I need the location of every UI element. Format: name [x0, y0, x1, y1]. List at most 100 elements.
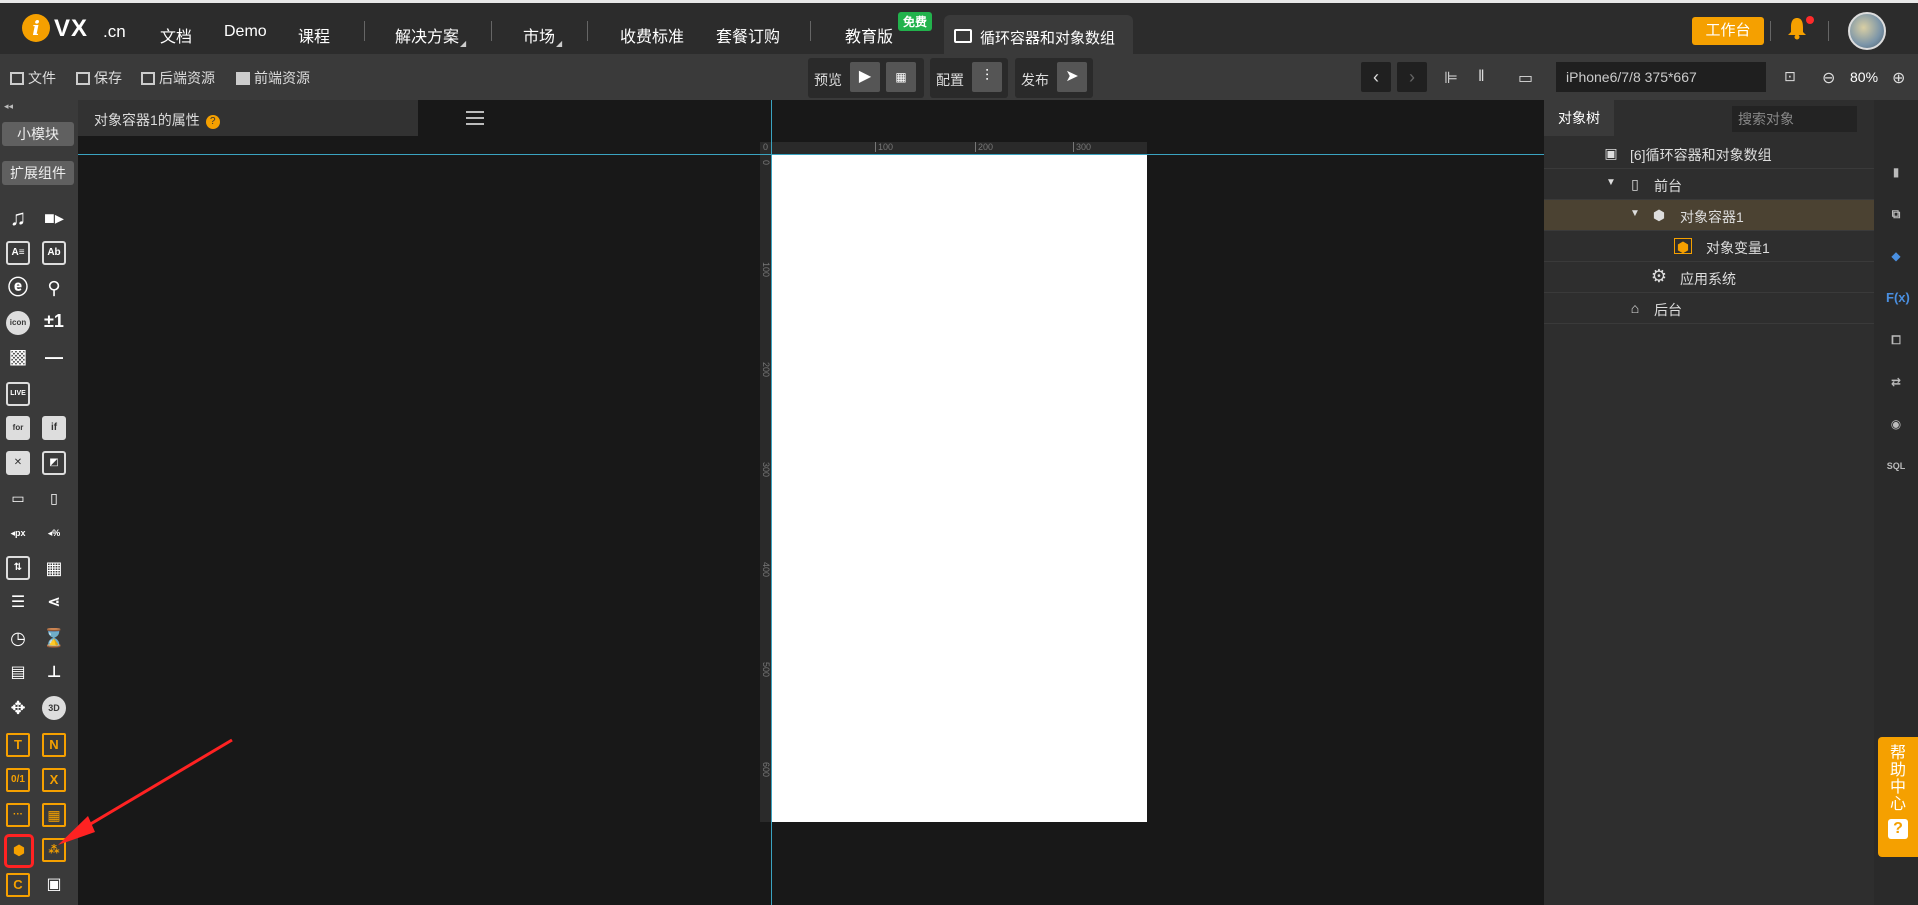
- extension-components-button[interactable]: 扩展组件: [2, 161, 74, 185]
- small-module-button[interactable]: 小模块: [2, 122, 74, 146]
- plugin-icon[interactable]: ◉: [1886, 414, 1906, 434]
- qrcode-icon[interactable]: ▦: [886, 62, 916, 92]
- nav-packages[interactable]: 套餐订购: [716, 23, 780, 47]
- boolean-variable-icon[interactable]: 0/1: [6, 768, 30, 792]
- nav-market[interactable]: 市场◢: [523, 23, 562, 48]
- if-condition-icon[interactable]: if: [42, 416, 66, 440]
- org-chart-icon[interactable]: ⊥: [42, 661, 66, 685]
- live-icon[interactable]: LIVE: [6, 382, 30, 406]
- device-select[interactable]: iPhone6/7/8 375*667: [1556, 62, 1766, 92]
- logo-text[interactable]: VX: [54, 15, 88, 43]
- zoom-in-icon[interactable]: ⊕: [1892, 68, 1905, 88]
- music-icon[interactable]: ♫: [6, 206, 30, 230]
- for-loop-icon[interactable]: for: [6, 416, 30, 440]
- nav-education[interactable]: 教育版: [845, 23, 893, 47]
- align-center-icon[interactable]: ‖: [1478, 68, 1485, 86]
- vertical-slider-icon[interactable]: ▯: [42, 486, 66, 510]
- send-icon[interactable]: ➤: [1057, 62, 1087, 92]
- nav-docs[interactable]: 文档: [160, 23, 192, 47]
- text-variable-icon[interactable]: T: [6, 733, 30, 757]
- table-icon[interactable]: ▦: [42, 556, 66, 580]
- rich-text-icon[interactable]: A≡: [6, 241, 30, 265]
- service-icon[interactable]: ⧉: [1886, 204, 1906, 224]
- grid-variable-icon[interactable]: ▦: [42, 803, 66, 827]
- tree-node-frontend[interactable]: ▼ ▯ 前台: [1544, 169, 1874, 200]
- sliders-icon[interactable]: ⫶: [972, 62, 1002, 92]
- caret-down-icon[interactable]: ▼: [1606, 177, 1616, 188]
- map-pin-icon[interactable]: ⚲: [42, 276, 66, 300]
- tree-node-label: 应用系统: [1680, 271, 1736, 287]
- tree-node-object-variable[interactable]: ⬢ 对象变量1: [1544, 231, 1874, 262]
- tree-node-app-system[interactable]: ⚙ 应用系统: [1544, 262, 1874, 293]
- array-variable-icon[interactable]: ···: [6, 803, 30, 827]
- help-icon[interactable]: ?: [205, 115, 220, 129]
- nav-divider: [364, 21, 365, 41]
- bell-icon[interactable]: [1786, 16, 1808, 40]
- workbench-button[interactable]: 工作台: [1692, 17, 1764, 45]
- color-variable-icon[interactable]: C: [6, 873, 30, 897]
- move-icon[interactable]: ✥: [6, 696, 30, 720]
- 3d-icon[interactable]: 3D: [42, 696, 66, 720]
- sort-icon[interactable]: ⇅: [6, 556, 30, 580]
- px-unit-icon[interactable]: ◂px: [6, 521, 30, 545]
- swap-icon[interactable]: ⇄: [1886, 372, 1906, 392]
- guide-line-vertical[interactable]: [771, 100, 772, 905]
- tree-list-icon[interactable]: ☰: [6, 591, 30, 615]
- clock-icon[interactable]: ◷: [6, 626, 30, 650]
- chat-icon[interactable]: ◆: [1886, 246, 1906, 266]
- save-button[interactable]: 保存: [76, 68, 122, 88]
- object-array-icon[interactable]: ⁂: [42, 838, 66, 862]
- nav-courses[interactable]: 课程: [298, 23, 330, 47]
- canvas-icon[interactable]: ▤: [6, 661, 30, 685]
- config-group: 配置 ⫶: [930, 58, 1008, 98]
- screenshot-icon[interactable]: ⊡: [1784, 68, 1796, 85]
- divider-line-icon[interactable]: —: [42, 345, 66, 369]
- counter-icon[interactable]: ±1: [42, 309, 66, 333]
- nav-demo[interactable]: Demo: [224, 23, 267, 41]
- nav-solutions[interactable]: 解决方案◢: [395, 23, 466, 48]
- tab-object-tree[interactable]: 对象树: [1544, 100, 1614, 136]
- text-input-icon[interactable]: Ab: [42, 241, 66, 265]
- frontend-resources-button[interactable]: 前端资源: [236, 68, 310, 88]
- copy-icon[interactable]: ⧠: [1886, 330, 1906, 350]
- hourglass-icon[interactable]: ⌛: [42, 626, 66, 650]
- sql-icon[interactable]: SQL: [1886, 456, 1906, 476]
- function-icon[interactable]: F(x): [1886, 288, 1910, 308]
- tree-node-object-container[interactable]: ▼ ⬢ 对象容器1: [1544, 200, 1874, 231]
- overlay-icon[interactable]: ◩: [42, 451, 66, 475]
- tree-node-project[interactable]: ▣ [6]循环容器和对象数组: [1544, 138, 1874, 169]
- align-left-icon[interactable]: ⊫: [1444, 68, 1458, 88]
- caret-down-icon[interactable]: ▼: [1630, 208, 1640, 219]
- phone-canvas[interactable]: [772, 154, 1147, 822]
- help-center-button[interactable]: 帮助中心 ?: [1878, 737, 1918, 857]
- shuffle-icon[interactable]: ✕: [6, 451, 30, 475]
- excel-icon[interactable]: ▣: [42, 873, 66, 897]
- number-variable-icon[interactable]: N: [42, 733, 66, 757]
- menu-icon[interactable]: [466, 111, 484, 125]
- play-icon[interactable]: ▶: [850, 62, 880, 92]
- project-tab[interactable]: 循环容器和对象数组: [944, 15, 1133, 57]
- object-tree-panel: 对象树 搜索对象 ⌕ ▣ [6]循环容器和对象数组 ▼ ▯ 前台 ▼ ⬢ 对象容…: [1544, 100, 1910, 905]
- search-input[interactable]: 搜索对象: [1732, 106, 1857, 132]
- backend-resources-button[interactable]: 后端资源: [141, 68, 215, 88]
- share-icon[interactable]: ⋖: [42, 591, 66, 615]
- collapse-icon[interactable]: ◂◂: [4, 101, 13, 112]
- icon-component-icon[interactable]: icon: [6, 311, 30, 335]
- avatar[interactable]: [1848, 12, 1886, 50]
- tree-node-backend[interactable]: ⌂ 后台: [1544, 293, 1874, 324]
- forward-arrow-icon[interactable]: ›: [1397, 62, 1427, 92]
- browser-icon[interactable]: ⓔ: [6, 276, 30, 300]
- nav-pricing[interactable]: 收费标准: [620, 23, 684, 47]
- back-arrow-icon[interactable]: ‹: [1361, 62, 1391, 92]
- zoom-out-icon[interactable]: ⊖: [1822, 68, 1835, 88]
- percent-unit-icon[interactable]: ◂%: [42, 521, 66, 545]
- qrcode-icon[interactable]: ▩: [6, 345, 30, 369]
- guide-line-horizontal[interactable]: [78, 154, 1544, 155]
- horizontal-slider-icon[interactable]: ▭: [6, 486, 30, 510]
- monitor-icon[interactable]: ▭: [1518, 68, 1533, 88]
- any-variable-icon[interactable]: X: [42, 768, 66, 792]
- comment-icon[interactable]: ▮: [1886, 162, 1906, 182]
- video-icon[interactable]: ■▸: [42, 206, 66, 230]
- logo-icon[interactable]: i: [22, 14, 50, 42]
- file-menu[interactable]: 文件: [10, 68, 56, 88]
